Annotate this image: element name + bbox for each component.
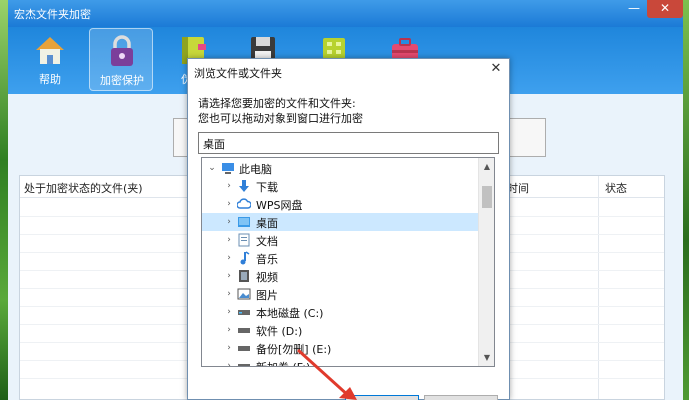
- desktop-icon: [238, 217, 250, 227]
- drive-icon: [238, 364, 250, 366]
- tree-item-downloads[interactable]: › 下载: [202, 177, 478, 195]
- dialog-title: 浏览文件或文件夹: [194, 67, 282, 80]
- app-titlebar: 宏杰文件夹加密 — ✕: [8, 0, 683, 27]
- tree-scrollbar[interactable]: ▲ ▼: [478, 158, 494, 366]
- folder-path-field[interactable]: 桌面: [198, 132, 499, 154]
- tree-item-label: 下载: [256, 181, 278, 194]
- video-icon: [239, 270, 249, 282]
- tree-item-drive-c[interactable]: › 本地磁盘 (C:): [202, 303, 478, 321]
- column-header-files: 处于加密状态的文件(夹): [24, 182, 143, 195]
- folder-tree[interactable]: ⌄ 此电脑 › 下载 › WPS网盘 › 桌面 › 文档 › 音乐 › 视频 ›…: [201, 157, 495, 367]
- expand-arrow-icon[interactable]: ›: [224, 288, 234, 300]
- expand-arrow-icon[interactable]: ›: [224, 180, 234, 192]
- dialog-close-icon[interactable]: ✕: [488, 62, 504, 78]
- expand-arrow-icon[interactable]: ›: [224, 216, 234, 228]
- expand-arrow-icon[interactable]: ›: [224, 360, 234, 366]
- tree-item-drive-e[interactable]: › 备份[勿删] (E:): [202, 339, 478, 357]
- drive-icon: [238, 328, 250, 333]
- music-icon: [240, 251, 250, 265]
- download-icon: [239, 180, 249, 192]
- browse-folder-dialog: 浏览文件或文件夹 ✕ 请选择您要加密的文件和文件夹: 您也可以拖动对象到窗口进行…: [187, 58, 510, 400]
- tree-item-label: 图片: [256, 289, 278, 302]
- tree-item-label: 音乐: [256, 253, 278, 266]
- toolbar-label: 加密保护: [100, 74, 144, 87]
- drive-icon: [238, 346, 250, 351]
- dialog-instruction: 请选择您要加密的文件和文件夹:: [198, 97, 356, 110]
- expand-arrow-icon[interactable]: ›: [224, 234, 234, 246]
- tree-item-label: 软件 (D:): [256, 325, 303, 338]
- cancel-button[interactable]: [424, 395, 498, 400]
- tree-item-label: 文档: [256, 235, 278, 248]
- expand-arrow-icon[interactable]: ›: [224, 252, 234, 264]
- lock-icon: [111, 35, 133, 66]
- ok-button[interactable]: [345, 395, 419, 400]
- scroll-up-arrow-icon[interactable]: ▲: [479, 158, 494, 175]
- toolbar-button-encrypt[interactable]: 加密保护: [89, 28, 153, 91]
- expand-arrow-icon[interactable]: ›: [224, 324, 234, 336]
- computer-icon: [222, 163, 234, 174]
- drive-icon: [238, 310, 250, 315]
- document-icon: [238, 233, 250, 247]
- tree-item-pictures[interactable]: › 图片: [202, 285, 478, 303]
- close-button[interactable]: ✕: [647, 0, 683, 18]
- scrollbar-thumb[interactable]: [482, 186, 492, 208]
- tree-item-label: 此电脑: [239, 163, 272, 176]
- minimize-button[interactable]: —: [621, 0, 647, 18]
- tree-item-documents[interactable]: › 文档: [202, 231, 478, 249]
- collapse-arrow-icon[interactable]: ⌄: [207, 162, 217, 174]
- scroll-down-arrow-icon[interactable]: ▼: [479, 349, 494, 366]
- tree-item-this-pc[interactable]: ⌄ 此电脑: [202, 159, 478, 177]
- tree-item-drive-f[interactable]: › 新加卷 (F:): [202, 357, 478, 366]
- tree-item-label: 视频: [256, 271, 278, 284]
- tree-item-label: 备份[勿删] (E:): [256, 343, 332, 356]
- home-icon: [36, 37, 64, 64]
- tree-item-label: 新加卷 (F:): [256, 359, 310, 366]
- column-header-status: 状态: [605, 182, 627, 195]
- desktop-background-left: [0, 0, 8, 400]
- tree-item-label: 桌面: [256, 217, 278, 230]
- app-title: 宏杰文件夹加密: [14, 8, 91, 21]
- tree-item-wps-cloud[interactable]: › WPS网盘: [202, 195, 478, 213]
- expand-arrow-icon[interactable]: ›: [224, 270, 234, 282]
- tree-item-label: 本地磁盘 (C:): [256, 307, 324, 320]
- tree-item-music[interactable]: › 音乐: [202, 249, 478, 267]
- tree-item-drive-d[interactable]: › 软件 (D:): [202, 321, 478, 339]
- tree-item-desktop[interactable]: › 桌面: [202, 213, 478, 231]
- desktop-background-right: [683, 0, 689, 400]
- cloud-icon: [237, 198, 251, 209]
- tree-item-label: WPS网盘: [256, 199, 303, 212]
- dialog-instruction-secondary: 您也可以拖动对象到窗口进行加密: [198, 112, 363, 125]
- expand-arrow-icon[interactable]: ›: [224, 306, 234, 318]
- tree-item-videos[interactable]: › 视频: [202, 267, 478, 285]
- column-header-time: 时间: [507, 182, 529, 195]
- expand-arrow-icon[interactable]: ›: [224, 198, 234, 210]
- expand-arrow-icon[interactable]: ›: [224, 342, 234, 354]
- toolbar-label: 帮助: [39, 73, 61, 86]
- toolbar-button-help[interactable]: 帮助: [18, 28, 82, 91]
- picture-icon: [237, 288, 251, 300]
